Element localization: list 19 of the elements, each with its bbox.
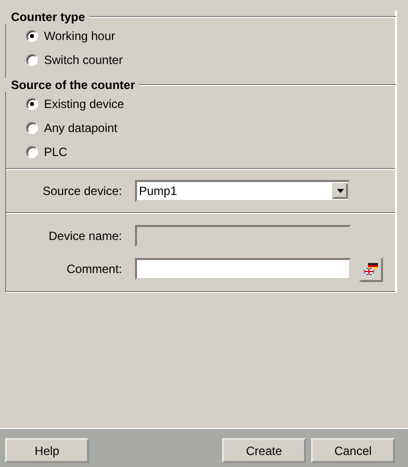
radio-label: Any datapoint (44, 121, 118, 135)
create-button[interactable]: Create (222, 438, 306, 463)
radio-button[interactable] (26, 98, 38, 110)
field-label: Comment: (66, 262, 122, 276)
cancel-button[interactable]: Cancel (311, 438, 395, 463)
field-label: Source device: (42, 184, 122, 198)
radio-label: Working hour (44, 29, 116, 43)
radio-button[interactable] (26, 54, 38, 66)
radio-button[interactable] (26, 30, 38, 42)
source-device-dropdown[interactable]: Pump1 (135, 180, 350, 202)
radio-button[interactable] (26, 122, 38, 134)
help-button[interactable]: Help (5, 438, 89, 463)
comment-field[interactable] (135, 258, 351, 280)
field-label: Device name: (48, 229, 122, 243)
radio-label: Switch counter (44, 53, 123, 67)
radio-label: Existing device (44, 97, 124, 111)
radio-button[interactable] (26, 146, 38, 158)
flags-icon (364, 262, 378, 276)
radio-label: PLC (44, 145, 68, 159)
